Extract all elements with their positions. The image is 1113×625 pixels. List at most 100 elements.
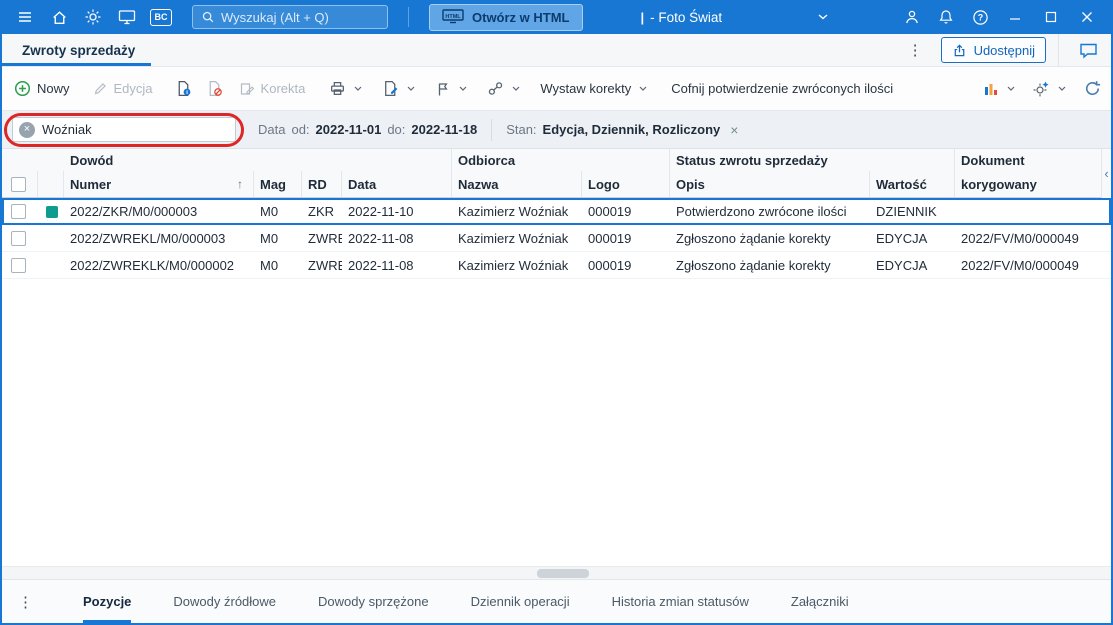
state-filter-chip[interactable]: Stan: Edycja, Dziennik, Rozliczony × <box>506 122 742 138</box>
row-select-cell <box>2 198 38 225</box>
row-checkbox[interactable] <box>11 257 26 273</box>
row-status-cell <box>38 252 64 278</box>
cell-opis: Zgłoszono żądanie korekty <box>676 257 831 273</box>
row-checkbox[interactable] <box>11 204 26 219</box>
share-button[interactable]: Udostępnij <box>940 37 1046 63</box>
bottom-tab-zalaczniki[interactable]: Załączniki <box>791 580 849 623</box>
correction-button[interactable]: Korekta <box>239 81 305 97</box>
tabbar-right: ⋮ Udostępnij <box>902 34 1111 66</box>
document-info-button[interactable]: i <box>175 80 192 97</box>
column-header-logo[interactable]: Logo <box>582 171 670 197</box>
close-button[interactable] <box>1069 0 1105 34</box>
global-search-input[interactable] <box>221 9 371 25</box>
column-header-mag[interactable]: Mag <box>254 171 302 197</box>
returns-table: Dowód Odbiorca Status zwrotu sprzedaży D… <box>2 149 1111 566</box>
column-header-nazwa[interactable]: Nazwa <box>452 171 582 197</box>
flag-button[interactable] <box>435 81 467 97</box>
open-in-html-button[interactable]: HTML Otwórz w HTML <box>429 3 583 31</box>
select-all-cell <box>2 171 38 197</box>
clear-filter-icon[interactable]: × <box>19 121 35 138</box>
comment-icon <box>1079 43 1097 59</box>
tab-zwroty-sprzedazy[interactable]: Zwroty sprzedaży <box>2 34 151 66</box>
date-to-value: 2022-11-18 <box>411 122 478 137</box>
bottom-tab-dowody-zrodlowe[interactable]: Dowody źródłowe <box>173 580 276 623</box>
table-row[interactable]: 2022/ZWREKL/M0/000003 M0 ZWREKL 2022-11-… <box>2 225 1111 252</box>
bc-button[interactable]: BC <box>144 0 178 34</box>
cell-data: 2022-11-10 <box>348 204 414 219</box>
maximize-button[interactable] <box>1033 0 1069 34</box>
bottom-tab-dziennik-operacji[interactable]: Dziennik operacji <box>471 580 570 623</box>
sort-asc-icon: ↑ <box>237 177 243 191</box>
cell-wartosc: DZIENNIK <box>876 204 937 219</box>
bottom-tab-dowody-sprzezone[interactable]: Dowody sprzężone <box>318 580 429 623</box>
column-header-rd[interactable]: RD <box>302 171 342 197</box>
row-checkbox[interactable] <box>11 230 26 246</box>
settings-button[interactable] <box>76 0 110 34</box>
horizontal-scrollbar-thumb[interactable] <box>537 569 589 578</box>
table-row[interactable]: 2022/ZKR/M0/000003 M0 ZKR 2022-11-10 Kaz… <box>2 198 1111 225</box>
status-indicator-header <box>38 171 64 197</box>
state-filter-value: Edycja, Dziennik, Rozliczony <box>542 122 721 137</box>
column-header-numer-label: Numer <box>70 176 112 192</box>
list-filter-input[interactable] <box>42 122 212 137</box>
document-cancel-icon <box>209 80 222 97</box>
cell-opis: Potwierdzono zwrócone ilości <box>676 204 847 219</box>
document-cancel-button[interactable] <box>206 80 223 97</box>
flag-icon <box>439 82 449 95</box>
horizontal-scrollbar[interactable] <box>2 566 1111 579</box>
undo-confirmation-button[interactable]: Cofnij potwierdzenie zwróconych ilości <box>671 81 893 96</box>
bottom-tab-pozycje[interactable]: Pozycje <box>83 580 131 623</box>
chevron-down-icon <box>818 14 828 20</box>
column-header-korygowany[interactable]: korygowany <box>955 171 1111 197</box>
company-selector[interactable]: | - Foto Świat <box>641 10 829 25</box>
row-select-cell <box>2 252 38 278</box>
maximize-icon <box>1045 11 1057 23</box>
date-range-filter[interactable]: Data od: 2022-11-01 do: 2022-11-18 <box>258 122 477 137</box>
kebab-menu-icon[interactable]: ⋮ <box>902 41 929 59</box>
minimize-button[interactable] <box>997 0 1033 34</box>
user-button[interactable] <box>895 0 929 34</box>
notifications-button[interactable] <box>929 0 963 34</box>
hamburger-menu-button[interactable] <box>8 0 42 34</box>
remove-state-filter-icon[interactable]: × <box>726 122 742 138</box>
help-button[interactable]: ? <box>963 0 997 34</box>
relation-icon <box>489 82 503 95</box>
home-button[interactable] <box>42 0 76 34</box>
chevron-down-icon <box>1058 86 1066 91</box>
column-header-numer[interactable]: Numer ↑ <box>64 171 254 197</box>
column-header-data[interactable]: Data <box>342 171 452 197</box>
document-info-icon: i <box>178 80 190 96</box>
global-search[interactable] <box>192 5 388 29</box>
cell-mag: M0 <box>260 204 279 219</box>
view-settings-button[interactable] <box>1033 80 1066 97</box>
group-selector-spacer <box>2 149 64 171</box>
print-button[interactable] <box>329 80 362 97</box>
comments-button[interactable] <box>1071 34 1105 66</box>
open-in-html-label: Otwórz w HTML <box>472 9 570 25</box>
select-all-checkbox[interactable] <box>11 176 26 192</box>
cell-mag: M0 <box>260 257 279 273</box>
related-documents-button[interactable] <box>487 80 520 97</box>
column-header-opis[interactable]: Opis <box>670 171 870 197</box>
chart-button[interactable] <box>983 81 1015 97</box>
bottom-tab-historia-zmian[interactable]: Historia zmian statusów <box>612 580 749 623</box>
toolbar: Nowy Edycja i Korekta Wystaw korekty Cof… <box>2 67 1111 111</box>
table-row[interactable]: 2022/ZWREKLK/M0/000002 M0 ZWREKL 2022-11… <box>2 252 1111 279</box>
refresh-button[interactable] <box>1084 80 1101 97</box>
bottom-kebab-menu-icon[interactable]: ⋮ <box>10 580 41 623</box>
collapse-panel-button[interactable]: ‹ <box>1101 149 1111 198</box>
row-status-cell <box>38 198 64 225</box>
column-header-wartosc[interactable]: Wartość <box>870 171 955 197</box>
window-title: - Foto Świat <box>650 9 723 25</box>
edit-button[interactable]: Edycja <box>92 81 153 97</box>
cell-logo: 000019 <box>588 204 632 219</box>
document-edit-button[interactable] <box>382 80 415 97</box>
date-from-label: od: <box>291 122 310 137</box>
issue-corrections-button[interactable]: Wystaw korekty <box>540 81 647 96</box>
list-filter-field[interactable]: × <box>12 117 236 142</box>
home-icon <box>52 10 66 24</box>
new-button[interactable]: Nowy <box>14 80 70 97</box>
monitor-button[interactable] <box>110 0 144 34</box>
printer-icon <box>331 82 345 95</box>
cell-logo: 000019 <box>588 257 632 273</box>
